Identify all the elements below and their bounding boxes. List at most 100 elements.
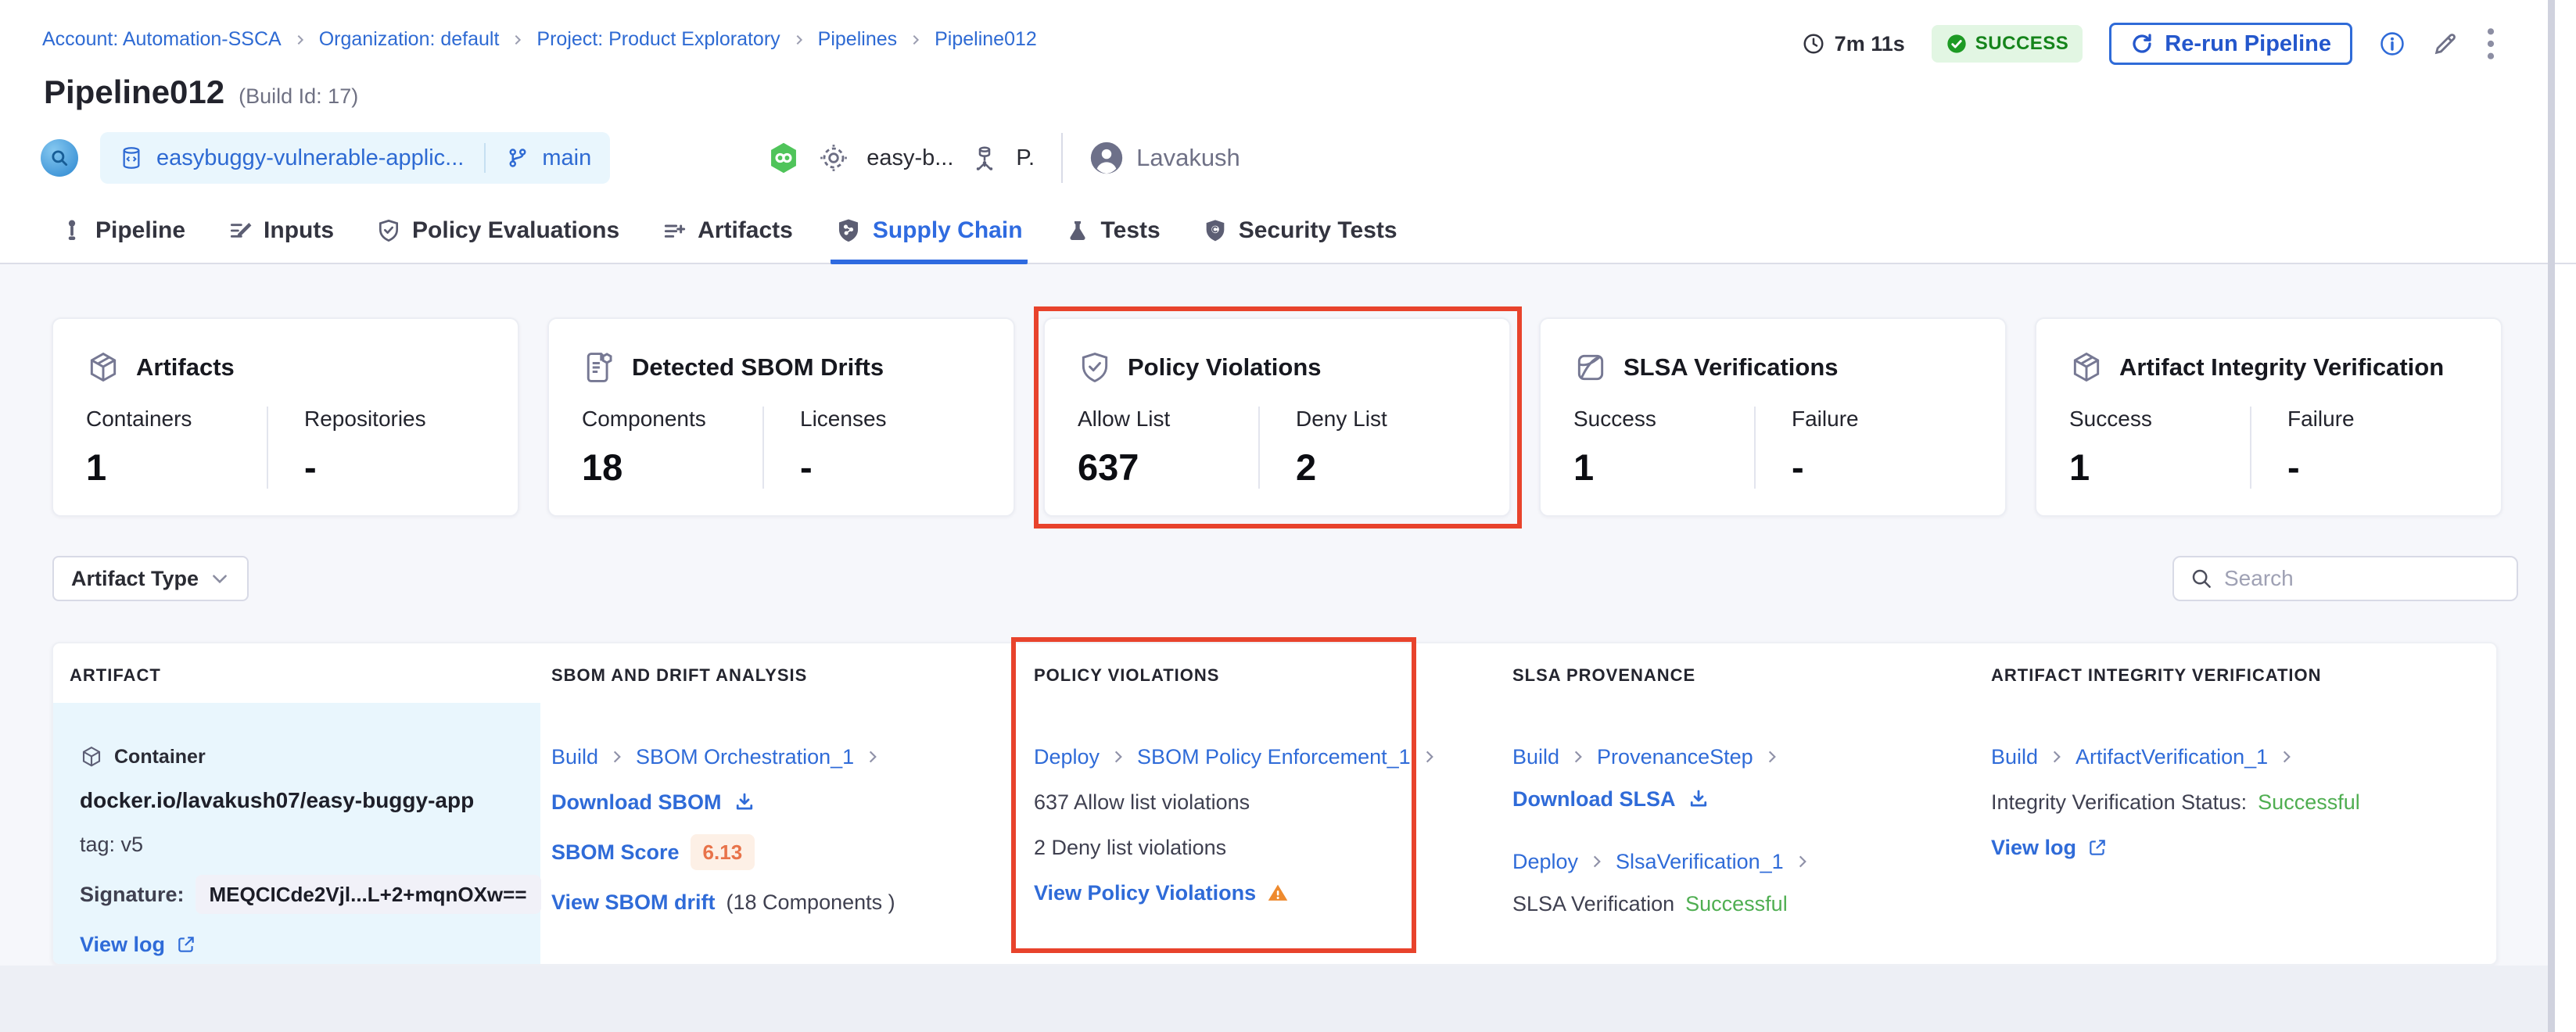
stat-label: Success [1573, 407, 1754, 432]
artifacts-table: ARTIFACT SBOM AND DRIFT ANALYSIS POLICY … [52, 642, 2498, 966]
duration: 7m 11s [1802, 32, 1905, 56]
rerun-pipeline-button[interactable]: Re-run Pipeline [2109, 23, 2352, 65]
column-header-artifact: ARTIFACT [53, 665, 540, 686]
chevron-right-icon [1589, 854, 1605, 869]
card-policy-violations: Policy Violations Allow List 637 Deny Li… [1043, 317, 1511, 517]
download-slsa-link[interactable]: Download SLSA [1512, 786, 1676, 812]
clock-icon [1802, 32, 1825, 56]
repo-branch-pill[interactable]: easybuggy-vulnerable-applic... main [100, 132, 610, 184]
tab-label: Pipeline [95, 217, 185, 244]
sbom-score-badge: 6.13 [691, 834, 755, 870]
container-icon [80, 745, 103, 769]
card-title: Detected SBOM Drifts [632, 353, 884, 382]
search-box [2172, 556, 2518, 601]
tab-artifacts[interactable]: Artifacts [657, 217, 798, 264]
integrity-cell: Build ArtifactVerification_1 Integrity V… [1980, 703, 2496, 966]
branch-icon [506, 146, 529, 170]
user-avatar-icon [1089, 141, 1124, 175]
status-badge: SUCCESS [1932, 25, 2083, 63]
external-link-icon [176, 934, 196, 955]
stat-value: 18 [582, 446, 762, 489]
tab-label: Policy Evaluations [412, 217, 619, 244]
chevron-right-icon [2049, 749, 2065, 765]
chevron-right-icon [511, 34, 524, 46]
tab-pipeline[interactable]: Pipeline [55, 217, 190, 264]
artifact-image-name: docker.io/lavakush07/easy-buggy-app [80, 787, 525, 814]
deny-list-violations: 2 Deny list violations [1034, 834, 1486, 861]
build-id: (Build Id: 17) [239, 84, 358, 109]
breadcrumb-pipelines[interactable]: Pipelines [818, 28, 897, 51]
vertical-scrollbar[interactable] [2548, 0, 2555, 1032]
slsa-verification-label: SLSA Verification [1512, 890, 1674, 917]
rerun-label: Re-run Pipeline [2165, 31, 2331, 57]
tab-inputs[interactable]: Inputs [223, 217, 339, 264]
view-log-link[interactable]: View log [1991, 834, 2076, 861]
search-input[interactable] [2224, 566, 2506, 591]
edit-pencil-icon[interactable] [2432, 30, 2459, 57]
step-link[interactable]: SlsaVerification_1 [1616, 848, 1784, 875]
execution-meta: easy-b... P. [766, 141, 1035, 175]
sbom-score-link[interactable]: SBOM Score [551, 839, 680, 865]
card-artifact-integrity: Artifact Integrity Verification Success … [2035, 317, 2502, 517]
chevron-right-icon [294, 34, 307, 46]
tab-supply-chain[interactable]: Supply Chain [831, 217, 1028, 264]
pill-divider [484, 143, 486, 173]
page-title: Pipeline012 [44, 73, 224, 111]
triggered-by-user: Lavakush [1089, 141, 1240, 175]
breadcrumb-organization[interactable]: Organization: default [319, 28, 500, 51]
tab-security-tests[interactable]: Security Tests [1198, 217, 1402, 264]
chevron-right-icon [1570, 749, 1586, 765]
chevron-right-icon [909, 34, 922, 46]
tab-label: Supply Chain [873, 217, 1023, 244]
column-header-integrity: ARTIFACT INTEGRITY VERIFICATION [1980, 665, 2496, 686]
tab-policy-evaluations[interactable]: Policy Evaluations [371, 217, 624, 264]
chevron-right-icon [793, 34, 805, 46]
user-name: Lavakush [1136, 144, 1240, 172]
stat-value: 637 [1078, 446, 1258, 489]
policy-evaluations-icon [376, 218, 401, 243]
chevron-right-icon [1795, 854, 1810, 869]
stage-link[interactable]: Build [1512, 744, 1559, 770]
integrity-status-value: Successful [2258, 789, 2360, 815]
info-icon[interactable] [2379, 30, 2406, 57]
header-controls: 7m 11s SUCCESS Re-run Pipeline [1802, 22, 2496, 66]
stat-label: Licenses [800, 407, 981, 432]
stage-link[interactable]: Build [551, 744, 598, 770]
stat-label: Repositories [304, 407, 485, 432]
stage-link[interactable]: Deploy [1034, 744, 1100, 770]
stage-link[interactable]: Deploy [1512, 848, 1578, 875]
artifact-tag: tag: v5 [80, 831, 525, 858]
artifact-type-label: Artifact Type [71, 567, 199, 591]
slsa-icon [1573, 350, 1608, 385]
download-icon [733, 790, 756, 814]
breadcrumb-account[interactable]: Account: Automation-SSCA [42, 28, 282, 51]
step-link[interactable]: SBOM Orchestration_1 [636, 744, 854, 770]
step-link[interactable]: SBOM Policy Enforcement_1 [1137, 744, 1411, 770]
view-policy-violations-link[interactable]: View Policy Violations [1034, 880, 1256, 906]
signature-value[interactable]: MEQCICde2Vjl...L+2+mqnOXw== [196, 875, 541, 914]
breadcrumb-project[interactable]: Project: Product Exploratory [536, 28, 780, 51]
repo-icon [119, 145, 144, 170]
artifact-type-dropdown[interactable]: Artifact Type [52, 556, 249, 601]
trigger-step-name: easy-b... [866, 145, 953, 171]
kebab-menu-icon[interactable] [2485, 27, 2496, 61]
top-bar: Account: Automation-SSCA Organization: d… [0, 0, 2576, 264]
download-sbom-link[interactable]: Download SBOM [551, 789, 722, 815]
stat-label: Containers [86, 407, 267, 432]
view-sbom-drift-link[interactable]: View SBOM drift [551, 889, 716, 916]
view-log-link[interactable]: View log [80, 931, 165, 958]
stat-value: - [800, 446, 981, 489]
tab-bar: Pipeline Inputs Policy Evaluations Artif… [55, 217, 1402, 264]
tab-tests[interactable]: Tests [1060, 217, 1165, 264]
warning-icon [1267, 882, 1289, 904]
chevron-right-icon [2279, 749, 2294, 765]
external-link-icon [2087, 837, 2108, 858]
search-icon [2190, 567, 2213, 590]
sbom-drift-note: (18 Components ) [727, 889, 895, 916]
inputs-icon [228, 218, 253, 243]
step-link[interactable]: ArtifactVerification_1 [2076, 744, 2268, 770]
step-link[interactable]: ProvenanceStep [1597, 744, 1753, 770]
breadcrumb-pipeline012[interactable]: Pipeline012 [935, 28, 1037, 51]
slsa-verification-status: Successful [1685, 890, 1788, 917]
stage-link[interactable]: Build [1991, 744, 2038, 770]
